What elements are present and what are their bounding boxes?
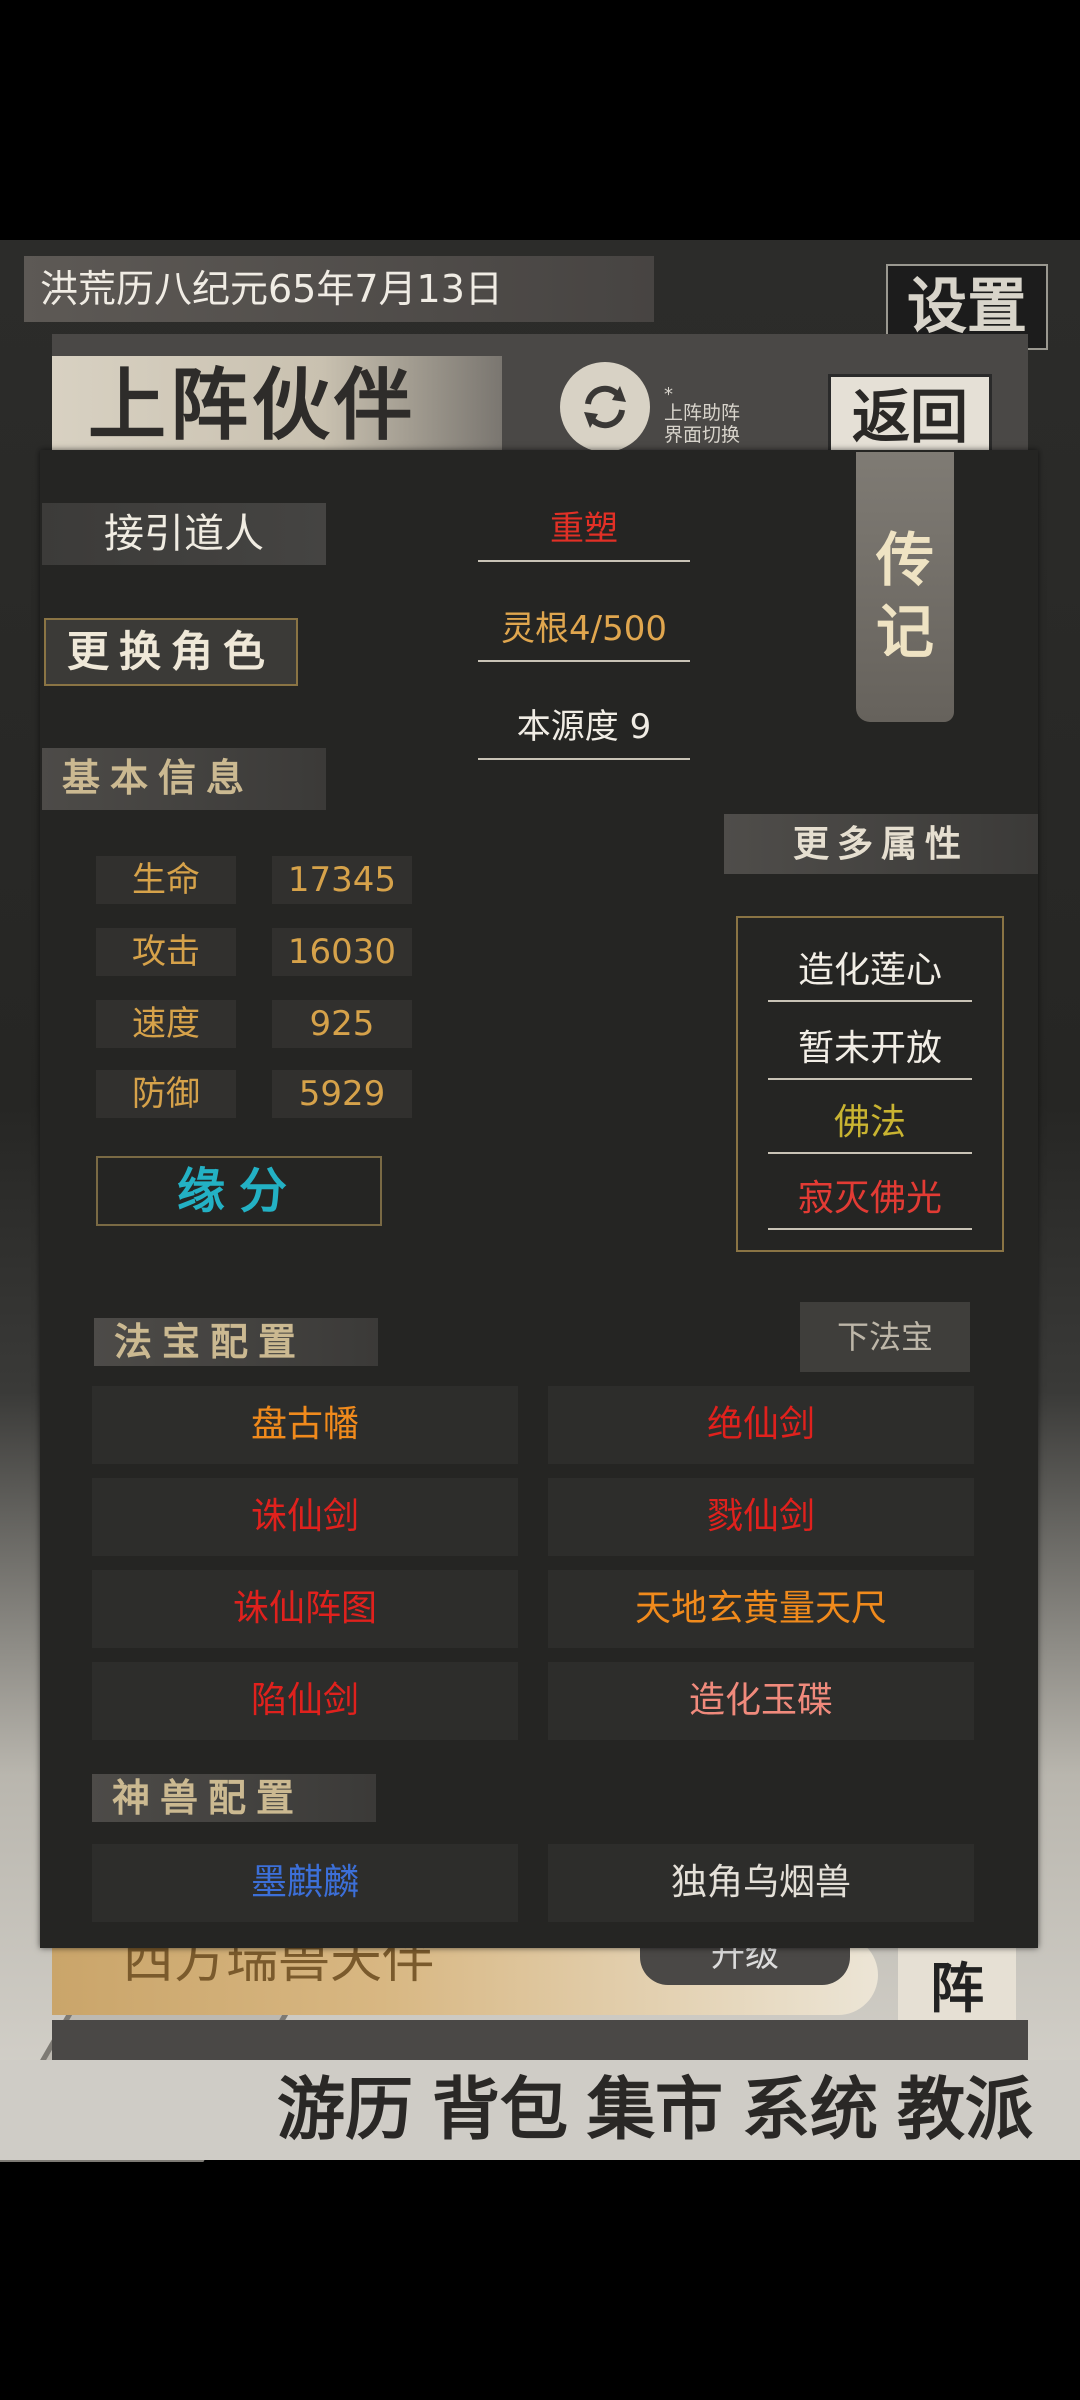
- change-role-button[interactable]: 更换角色: [44, 618, 298, 686]
- character-name: 接引道人: [42, 503, 326, 565]
- stat-value-hp: 17345: [272, 856, 412, 904]
- nav-sect[interactable]: 教派: [890, 2064, 1040, 2156]
- spirit-root: 灵根4/500: [478, 600, 690, 662]
- switch-view-note: * 上阵助阵 界面切换: [664, 384, 794, 447]
- treasure-slot[interactable]: 天地玄黄量天尺: [548, 1570, 974, 1648]
- beast-slot[interactable]: 独角乌烟兽: [548, 1844, 974, 1922]
- origin-degree: 本源度 9: [478, 698, 690, 760]
- attribute-item: 暂未开放: [768, 1016, 972, 1080]
- treasure-slot[interactable]: 戮仙剑: [548, 1478, 974, 1556]
- stat-label-defense: 防御: [96, 1070, 236, 1118]
- stat-label-speed: 速度: [96, 1000, 236, 1048]
- stat-label-attack: 攻击: [96, 928, 236, 976]
- yuanfen-button[interactable]: 缘分: [96, 1156, 382, 1226]
- treasure-config-title: 法宝配置: [94, 1318, 378, 1366]
- back-button[interactable]: 返回: [828, 374, 992, 460]
- treasure-slot[interactable]: 造化玉碟: [548, 1662, 974, 1740]
- treasure-slot[interactable]: 诛仙剑: [92, 1478, 518, 1556]
- game-date: 洪荒历八纪元65年7月13日: [24, 256, 654, 322]
- legend-button[interactable]: 传记: [856, 452, 954, 722]
- beast-slot[interactable]: 墨麒麟: [92, 1844, 518, 1922]
- attribute-item: 寂灭佛光: [768, 1166, 972, 1230]
- stat-value-speed: 925: [272, 1000, 412, 1048]
- note-star: *: [664, 384, 673, 405]
- stat-value-attack: 16030: [272, 928, 412, 976]
- attribute-item: 造化莲心: [768, 938, 972, 1002]
- nav-system[interactable]: 系统: [735, 2064, 885, 2156]
- legend-label: 传记: [875, 526, 934, 666]
- basic-info-title: 基本信息: [42, 748, 326, 810]
- treasure-slot[interactable]: 诛仙阵图: [92, 1570, 518, 1648]
- unequip-treasure-button[interactable]: 下法宝: [800, 1302, 970, 1372]
- treasure-slot[interactable]: 绝仙剑: [548, 1386, 974, 1464]
- beast-config-title: 神兽配置: [92, 1774, 376, 1822]
- treasure-slot[interactable]: 陷仙剑: [92, 1662, 518, 1740]
- nav-bag[interactable]: 背包: [425, 2064, 575, 2156]
- rebuild-button[interactable]: 重塑: [478, 500, 690, 562]
- stat-value-defense: 5929: [272, 1070, 412, 1118]
- note-line-1: 上阵助阵: [664, 402, 741, 424]
- nav-market[interactable]: 集市: [580, 2064, 730, 2156]
- refresh-icon: [584, 385, 626, 429]
- partner-panel-title: 上阵伙伴: [52, 356, 502, 456]
- attribute-item: 佛法: [768, 1090, 972, 1154]
- switch-view-button[interactable]: [560, 362, 650, 452]
- more-attributes-title: 更多属性: [724, 814, 1038, 874]
- treasure-slot[interactable]: 盘古幡: [92, 1386, 518, 1464]
- stat-label-hp: 生命: [96, 856, 236, 904]
- nav-travel[interactable]: 游历: [270, 2064, 420, 2156]
- bottom-stripe: [52, 2020, 1028, 2062]
- note-line-2: 界面切换: [664, 424, 741, 446]
